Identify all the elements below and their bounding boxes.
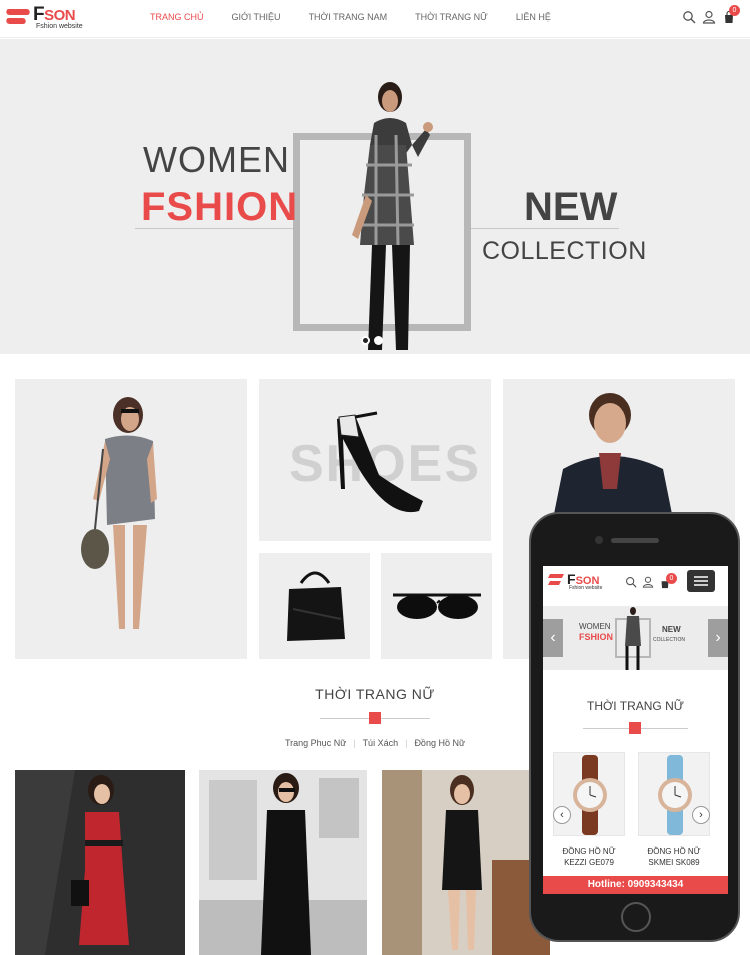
hero-text-new: NEW (524, 185, 618, 229)
handbag-image (287, 571, 345, 641)
hero-dot-2[interactable] (374, 336, 383, 345)
nav-home[interactable]: TRANG CHỦ (150, 12, 204, 22)
hero-dot-1[interactable] (361, 336, 370, 345)
mobile-hero-prev[interactable]: ‹ (543, 619, 563, 657)
mobile-user-icon[interactable] (642, 576, 654, 588)
mobile-hero-fshion: FSHION (579, 632, 614, 642)
mobile-header: FSON Fshion website 0 (543, 566, 728, 596)
mobile-hero-new: NEW (662, 625, 681, 634)
mobile-products-next[interactable]: › (692, 806, 710, 824)
site-header: FSON Fshion website TRANG CHỦ GIỚI THIỆU… (0, 0, 750, 38)
mobile-section-title: THỜI TRANG NỮ (587, 699, 684, 713)
product-image-red-outfit (15, 770, 185, 955)
logo-subtitle: Fshion website (36, 23, 83, 30)
mobile-hotline-bar[interactable]: Hotline: 0909343434 (543, 876, 728, 894)
logo-mark-icon (4, 7, 32, 29)
section-accent-square (369, 712, 381, 724)
mobile-hero[interactable]: ‹ › WOMEN FSHION NEW COLLECTION (543, 606, 728, 670)
mobile-cart-icon[interactable]: 0 (659, 573, 677, 589)
category-tile-women-dress[interactable] (15, 379, 247, 659)
high-heel-shoe-image (337, 411, 423, 513)
mobile-product-name: ĐỒNG HỒ NỮ (647, 847, 701, 856)
hero-text-women: WOMEN (143, 139, 290, 180)
nav-contact[interactable]: LIÊN HỆ (516, 12, 551, 22)
product-image-black-midi (382, 770, 550, 955)
phone-speaker (611, 538, 659, 543)
product-card[interactable] (15, 770, 185, 955)
nav-women-fashion[interactable]: THỜI TRANG NỮ (415, 12, 488, 22)
hamburger-icon (694, 576, 708, 586)
category-tile-shoes[interactable]: SHOES (259, 379, 491, 541)
mobile-screen: FSON Fshion website 0 ‹ › WOMEN FSHION N… (543, 566, 728, 894)
main-nav: TRANG CHỦ GIỚI THIỆU THỜI TRANG NAM THỜI… (150, 12, 579, 22)
hero-slider[interactable]: WOMEN FSHION NEW COLLECTION (0, 39, 750, 354)
mobile-menu-button[interactable] (687, 570, 715, 592)
cart-count-badge: 0 (729, 5, 740, 16)
phone-camera (595, 536, 603, 544)
mobile-hero-next[interactable]: › (708, 619, 728, 657)
logo[interactable]: FSON Fshion website (4, 4, 96, 33)
product-card[interactable] (199, 770, 367, 955)
watch-blue-image (658, 755, 692, 835)
mobile-product-name: ĐỒNG HỒ NỮ (562, 847, 616, 856)
sunglasses-image (393, 593, 481, 619)
tab-handbags[interactable]: Túi Xách (363, 738, 399, 748)
woman-model-image (81, 397, 157, 629)
mobile-section-accent-square (629, 722, 641, 734)
mobile-hero-model (625, 607, 641, 670)
logo-son: SON (44, 7, 76, 24)
mobile-preview-phone: FSON Fshion website 0 ‹ › WOMEN FSHION N… (529, 512, 740, 942)
category-tile-bags[interactable] (259, 553, 370, 659)
search-icon[interactable] (682, 10, 696, 24)
mobile-product-code: KEZZI GE079 (564, 858, 614, 867)
nav-about[interactable]: GIỚI THIỆU (232, 12, 281, 22)
product-card[interactable] (382, 770, 550, 955)
mobile-logo-subtitle: Fshion website (569, 585, 603, 591)
cart-icon[interactable]: 0 (722, 5, 740, 24)
hero-text-collection: COLLECTION (482, 237, 647, 265)
product-image-black-dress (199, 770, 367, 955)
hero-model-image (352, 82, 433, 350)
mobile-logo-mark-icon (548, 574, 564, 585)
header-icons: 0 (676, 5, 740, 24)
watch-brown-image (573, 755, 607, 835)
nav-men-fashion[interactable]: THỜI TRANG NAM (309, 12, 388, 22)
category-tile-sunglasses[interactable] (381, 553, 492, 659)
mobile-hero-women: WOMEN (579, 622, 611, 631)
mobile-products-prev[interactable]: ‹ (553, 806, 571, 824)
mobile-cart-count-badge: 0 (666, 573, 677, 584)
tab-women-watches[interactable]: Đồng Hồ Nữ (414, 738, 465, 748)
user-icon[interactable] (702, 10, 716, 24)
mobile-hero-collection: COLLECTION (653, 637, 685, 643)
tab-women-clothing[interactable]: Trang Phục Nữ (285, 738, 346, 748)
page: FSON Fshion website TRANG CHỦ GIỚI THIỆU… (0, 0, 750, 955)
hero-pagination (361, 336, 387, 345)
phone-home-button (621, 902, 651, 932)
logo-main: F (33, 4, 45, 25)
mobile-search-icon[interactable] (625, 576, 637, 588)
hero-text-fshion: FSHION (141, 185, 299, 229)
mobile-product-code: SKMEI SK089 (648, 858, 700, 867)
